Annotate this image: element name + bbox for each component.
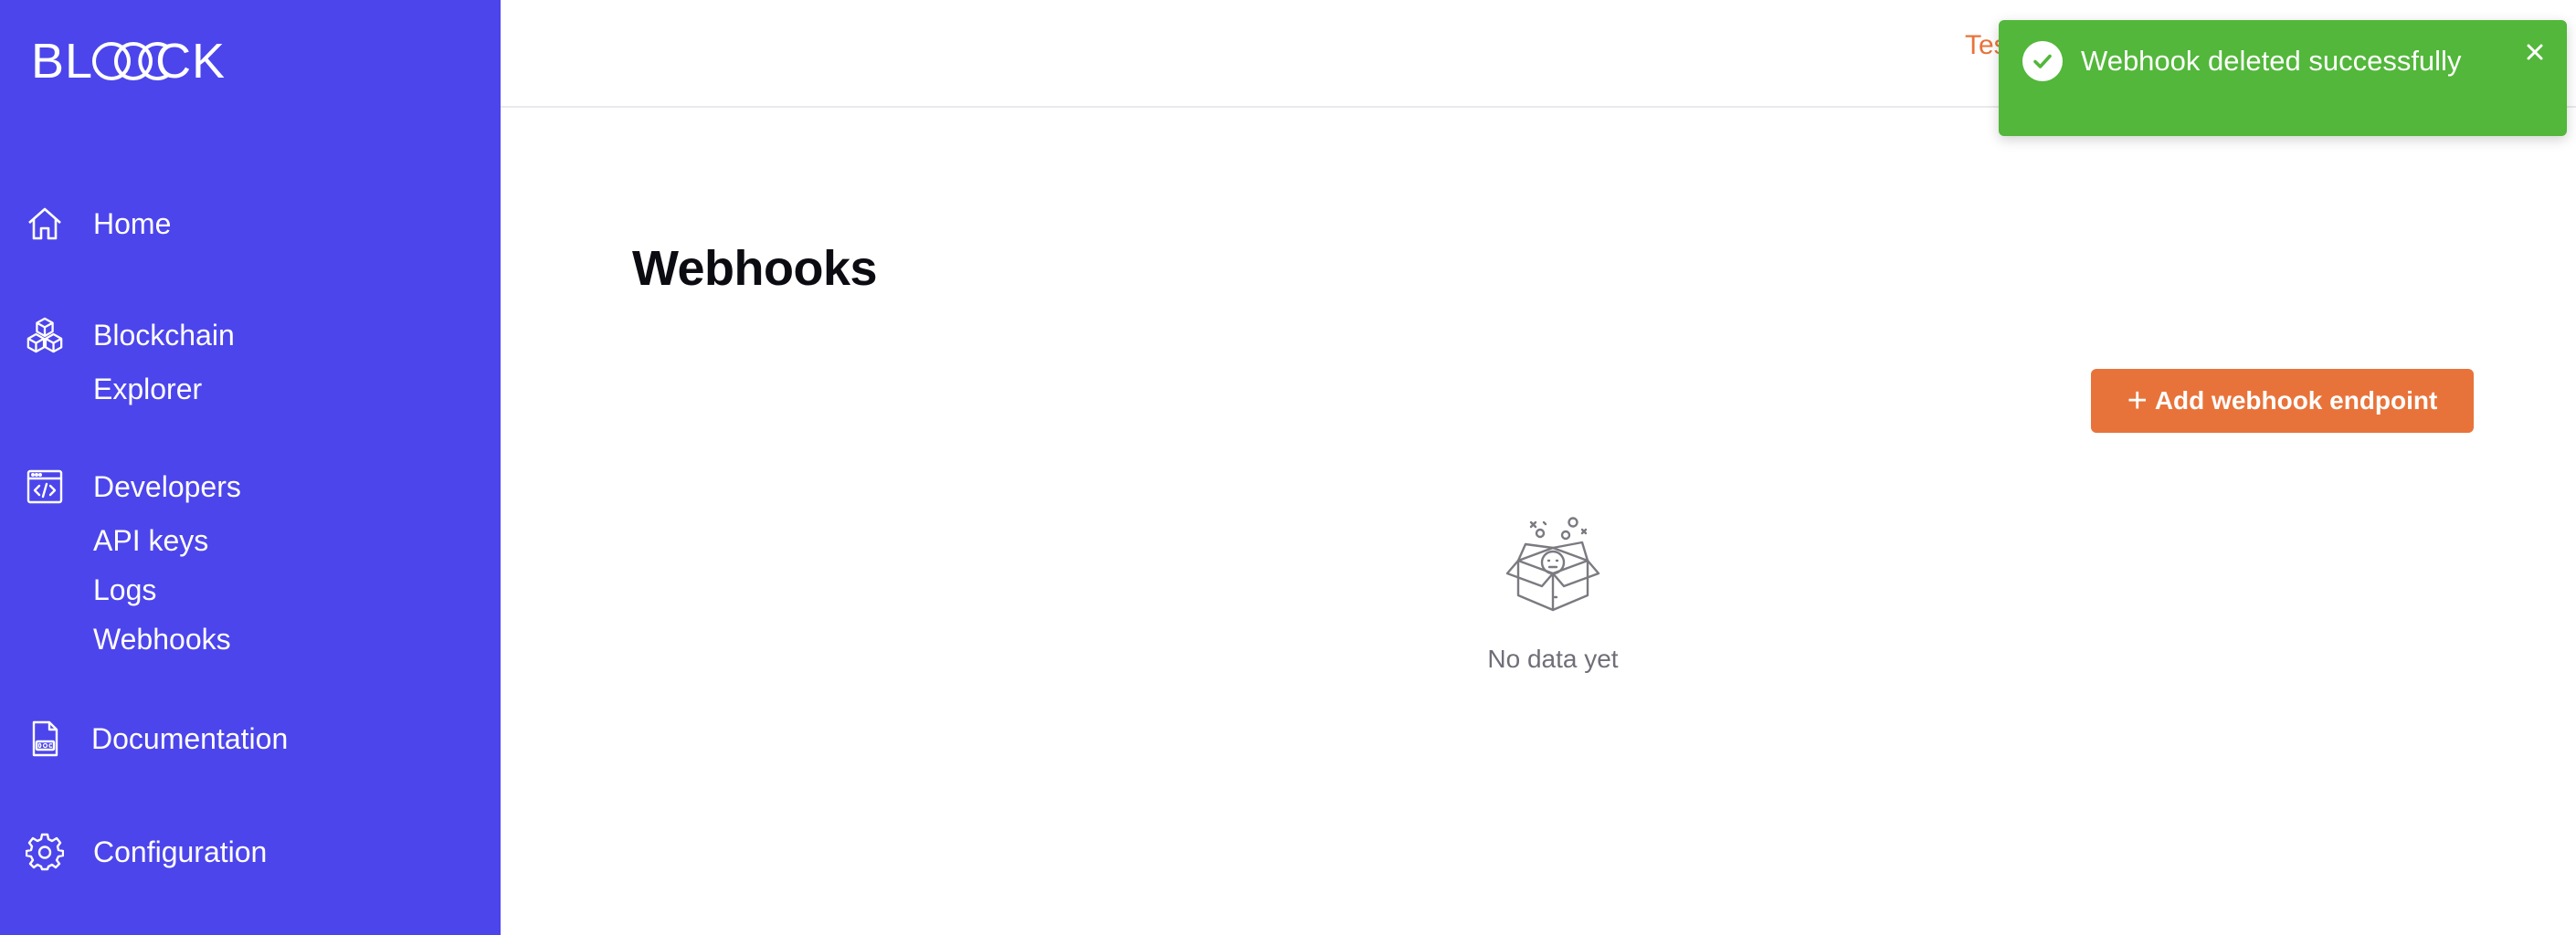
sidebar-item-documentation[interactable]: Documentation <box>26 720 288 758</box>
success-toast: Webhook deleted successfully <box>1999 20 2567 136</box>
empty-box-icon <box>1498 511 1608 621</box>
page-title: Webhooks <box>632 241 878 296</box>
logo-text-right: CK <box>155 34 227 89</box>
code-window-icon <box>26 468 64 506</box>
sidebar-item-label: Home <box>93 207 172 240</box>
sidebar-subitem-api-keys[interactable]: API keys <box>93 522 208 559</box>
add-webhook-endpoint-button[interactable]: + Add webhook endpoint <box>2091 369 2474 433</box>
sidebar-subitem-explorer[interactable]: Explorer <box>93 371 202 407</box>
sidebar-item-label: Developers <box>93 470 241 503</box>
gear-icon <box>26 833 64 871</box>
cubes-icon <box>26 316 64 354</box>
sidebar-subitem-logs[interactable]: Logs <box>93 572 156 608</box>
sidebar: BL CK Home Blockchain Explorer Developer… <box>0 0 501 935</box>
home-icon <box>26 205 64 243</box>
logo[interactable]: BL CK <box>31 37 226 86</box>
close-icon[interactable] <box>2521 38 2549 66</box>
sidebar-item-developers[interactable]: Developers <box>26 468 241 506</box>
sidebar-item-configuration[interactable]: Configuration <box>26 833 267 871</box>
plus-icon: + <box>2127 382 2148 420</box>
sidebar-item-blockchain[interactable]: Blockchain <box>26 316 235 354</box>
check-circle-icon <box>2022 40 2063 81</box>
doc-file-icon <box>26 720 64 758</box>
sidebar-item-label: Configuration <box>93 835 268 868</box>
add-webhook-endpoint-label: Add webhook endpoint <box>2154 386 2438 415</box>
toast-message: Webhook deleted successfully <box>2081 44 2462 77</box>
sidebar-item-label: Blockchain <box>93 319 235 352</box>
sidebar-item-label: Documentation <box>91 722 289 755</box>
empty-state-text: No data yet <box>1487 645 1619 673</box>
sidebar-item-home[interactable]: Home <box>26 205 171 243</box>
sidebar-subitem-webhooks[interactable]: Webhooks <box>93 621 231 657</box>
logo-text-left: BL <box>31 34 94 89</box>
